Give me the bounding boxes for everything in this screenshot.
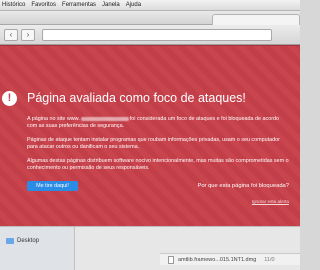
warning-title: Página avaliada como foco de ataques! (27, 91, 246, 105)
screen: Histórico Favoritos Ferramentas Janela A… (0, 0, 300, 270)
site-text-start: A página no site www. (27, 116, 80, 122)
menu-item-janela[interactable]: Janela (102, 2, 120, 8)
tab-strip (0, 11, 300, 25)
leave-site-button[interactable]: Me tire daqui! (27, 181, 78, 191)
menu-item-ferramentas[interactable]: Ferramentas (62, 2, 96, 8)
chevron-left-icon: ‹ (9, 30, 13, 39)
sidebar-item-label: Desktop (17, 238, 40, 244)
finder-sidebar: Desktop (0, 227, 75, 270)
back-button[interactable]: ‹ (4, 29, 18, 41)
ignore-warning-link[interactable]: Ignorar esta alerta (252, 199, 289, 204)
why-blocked-link[interactable]: Por que esta página foi bloqueada? (197, 183, 289, 189)
folder-icon (6, 238, 14, 244)
address-bar[interactable] (42, 29, 272, 41)
download-row[interactable]: amtlib.framewo...015.1NT1.dmg 11/0 (160, 253, 300, 265)
menu-item-ajuda[interactable]: Ajuda (126, 2, 141, 8)
menu-item-favoritos[interactable]: Favoritos (31, 2, 56, 8)
menu-item-historico[interactable]: Histórico (2, 2, 25, 8)
warning-paragraph-distribution: Algumas destas páginas distribuem softwa… (27, 158, 289, 171)
warning-paragraph-site: A página no site www. foi considerada um … (27, 116, 289, 130)
browser-toolbar: ‹ › (0, 25, 300, 45)
sidebar-item-desktop[interactable]: Desktop (6, 238, 39, 244)
browser-tab[interactable] (212, 14, 300, 25)
disk-image-icon (168, 255, 174, 264)
chevron-right-icon: › (26, 30, 30, 39)
finder-window: Desktop amtlib.framewo...015.1NT1.dmg 11… (0, 226, 300, 270)
warning-paragraph-attack: Páginas de ataque tentam instalar progra… (27, 137, 280, 150)
malware-warning-page: Página avaliada como foco de ataques! A … (0, 45, 300, 226)
download-date: 11/0 (264, 256, 275, 263)
download-filename: amtlib.framewo...015.1NT1.dmg (178, 256, 257, 263)
menu-bar: Histórico Favoritos Ferramentas Janela A… (0, 0, 300, 11)
redacted-domain (80, 116, 129, 121)
forward-button[interactable]: › (21, 29, 35, 41)
warning-icon (2, 91, 17, 106)
